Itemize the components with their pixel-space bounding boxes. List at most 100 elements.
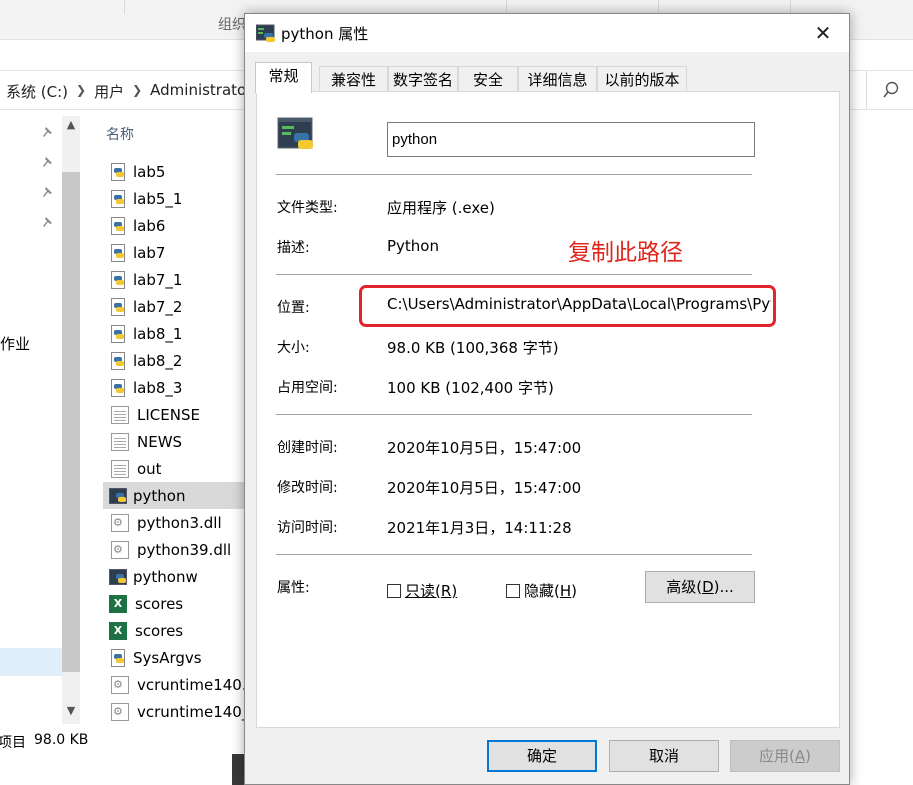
general-tab-panel [256,91,840,728]
pin-icon[interactable] [42,156,54,168]
tab-previous-versions[interactable]: 以前的版本 [597,66,687,92]
file-row[interactable]: vcruntime140_1.dll [103,698,250,725]
file-name-input[interactable] [387,122,755,157]
file-row[interactable]: lab7 [103,239,248,266]
file-row[interactable]: lab7_2 [103,293,248,320]
file-row[interactable]: python39.dll [103,536,248,563]
file-name: lab7_1 [133,270,183,289]
file-name: pythonw [133,567,198,586]
file-row[interactable]: SysArgvs [103,644,248,671]
python-file-icon [109,216,127,235]
cancel-button[interactable]: 取消 [609,740,719,772]
text-file-icon [111,432,129,451]
divider [276,174,752,175]
pin-icon[interactable] [42,186,54,198]
file-row[interactable]: Xscores [103,617,248,644]
column-header-name[interactable]: 名称 [106,124,134,144]
ribbon-divider [658,0,659,14]
file-row[interactable]: lab5 [103,158,248,185]
file-row[interactable]: LICENSE [103,401,248,428]
chevron-down-icon[interactable]: ▼ [62,704,80,724]
ok-button[interactable]: 确定 [487,740,597,772]
pin-icon[interactable] [42,216,54,228]
nav-item-homework[interactable]: 作业 [0,333,30,354]
nav-scrollbar-thumb[interactable] [62,172,80,672]
file-type-value: 应用程序 (.exe) [387,199,495,217]
divider [276,274,752,275]
accessed-label: 访问时间: [277,520,338,536]
file-row[interactable]: python3.dll [103,509,248,536]
breadcrumb-item-users[interactable]: 用户 [94,81,124,102]
created-label: 创建时间: [277,440,338,456]
ribbon-divider [790,0,791,14]
status-size: 98.0 KB [34,732,89,748]
properties-dialog: python 属性 ✕ 常规 兼容性 数字签名 安全 详细信息 以前的版本 文件… [244,13,850,785]
file-row[interactable]: pythonw [103,563,248,590]
nav-selected-item[interactable] [0,648,62,676]
apply-button[interactable]: 应用(A) [730,740,840,772]
hidden-label: 隐藏(H) [524,582,578,600]
size-label: 大小: [277,340,310,356]
advanced-button[interactable]: 高级(D)... [645,571,755,603]
file-name: python39.dll [137,540,232,559]
file-row[interactable]: lab8_3 [103,374,248,401]
location-value[interactable]: C:\Users\Administrator\AppData\Local\Pro… [387,295,771,313]
file-name: lab8_1 [133,324,183,343]
chevron-right-icon: ❯ [76,83,87,97]
python-file-icon [109,162,127,181]
file-row[interactable]: NEWS [103,428,248,455]
description-label: 描述: [277,240,310,256]
dll-file-icon [111,675,129,694]
file-row[interactable]: lab7_1 [103,266,248,293]
dll-file-icon [111,540,129,559]
chevron-up-icon[interactable]: ▲ [62,118,80,138]
size-on-disk-label: 占用空间: [277,380,338,396]
breadcrumb-item-administrator[interactable]: Administrator [150,81,252,102]
file-row[interactable]: lab8_2 [103,347,248,374]
file-row[interactable]: python [103,482,248,509]
checkbox-box[interactable] [387,583,401,598]
file-name: python [133,486,186,505]
file-name: lab5_1 [133,189,183,208]
file-name: lab7 [133,243,166,262]
tab-compatibility[interactable]: 兼容性 [319,66,388,92]
file-name: vcruntime140.dll [137,675,250,694]
breadcrumb: 系统 (C:) ❯ 用户 ❯ Administrator [6,81,252,102]
tab-details[interactable]: 详细信息 [518,66,597,92]
attributes-label: 属性: [277,580,310,596]
dll-file-icon [111,702,129,721]
tab-security[interactable]: 安全 [458,66,518,92]
readonly-checkbox[interactable]: 只读(R) [387,580,457,601]
file-name: lab5 [133,162,166,181]
python-exe-icon [256,24,275,42]
file-row[interactable]: Xscores [103,590,248,617]
python-file-icon [109,297,127,316]
dialog-titlebar[interactable]: python 属性 ✕ [245,14,849,52]
divider [276,414,752,415]
file-name: NEWS [137,432,183,451]
file-row[interactable]: vcruntime140.dll [103,671,250,698]
status-bar: 项目 98.0 KB [0,726,250,754]
hidden-checkbox[interactable]: 隐藏(H) [506,580,577,601]
pin-icon[interactable] [42,126,54,138]
file-list: 名称 lab5 lab5_1 lab6 lab7 lab7_1 lab7_2 lab8_1l… [100,112,250,726]
text-file-icon [111,405,129,424]
python-file-icon [109,648,127,667]
file-row[interactable]: lab5_1 [103,185,248,212]
breadcrumb-item-drive[interactable]: 系统 (C:) [6,81,68,102]
checkbox-box[interactable] [506,583,520,598]
ribbon-divider [124,0,125,14]
modified-label: 修改时间: [277,480,338,496]
python-file-icon [109,270,127,289]
description-value: Python [387,237,439,255]
file-name: vcruntime140_1.dll [137,702,250,721]
file-type-label: 文件类型: [277,200,338,216]
file-row[interactable]: lab8_1 [103,320,248,347]
file-row[interactable]: out [103,455,248,482]
python-file-icon [109,378,127,397]
tab-general[interactable]: 常规 [255,62,312,93]
search-button[interactable] [866,71,913,109]
file-row[interactable]: lab6 [103,212,248,239]
tab-digital-signatures[interactable]: 数字签名 [388,66,458,92]
close-button[interactable]: ✕ [805,18,841,48]
